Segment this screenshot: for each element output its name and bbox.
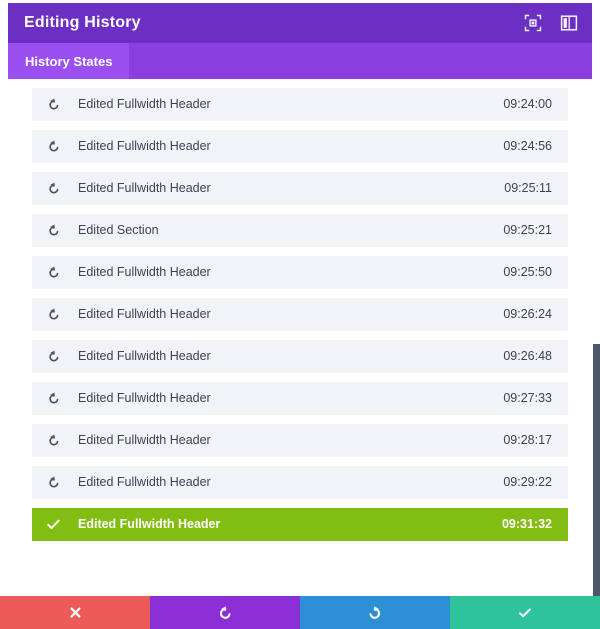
undo-icon: [46, 475, 61, 490]
history-row-label: Edited Fullwidth Header: [78, 391, 211, 406]
history-row-label: Edited Fullwidth Header: [78, 433, 211, 448]
window-frame-right: [592, 0, 600, 79]
discard-button[interactable]: [0, 596, 150, 629]
undo-icon: [46, 97, 61, 112]
history-list-panel: Edited Fullwidth Header 09:24:00 Edited Fu…: [8, 79, 592, 592]
action-toolbar: [0, 596, 600, 629]
history-row-time: 09:26:48: [503, 349, 552, 364]
history-row-time: 09:25:11: [504, 181, 552, 196]
tab-history-states[interactable]: History States: [8, 43, 130, 79]
editing-history-window: Editing History History States Edited Fu…: [0, 0, 600, 629]
history-row-label: Edited Fullwidth Header: [78, 97, 211, 112]
history-row-time: 09:24:56: [503, 139, 552, 154]
history-row[interactable]: Edited Fullwidth Header 09:24:56: [32, 130, 568, 163]
history-row[interactable]: Edited Fullwidth Header 09:27:33: [32, 382, 568, 415]
history-row-label: Edited Fullwidth Header: [78, 475, 211, 490]
history-row[interactable]: Edited Fullwidth Header 09:25:11: [32, 172, 568, 205]
undo-icon: [46, 139, 61, 154]
history-row-time: 09:29:22: [503, 475, 552, 490]
history-row-time: 09:27:33: [503, 391, 552, 406]
history-row-time: 09:25:21: [503, 223, 552, 238]
history-row[interactable]: Edited Fullwidth Header 09:26:24: [32, 298, 568, 331]
history-row[interactable]: Edited Section 09:25:21: [32, 214, 568, 247]
undo-button[interactable]: [150, 596, 300, 629]
undo-icon: [46, 349, 61, 364]
undo-icon: [46, 223, 61, 238]
history-row-time: 09:31:32: [501, 517, 552, 532]
history-row[interactable]: Edited Fullwidth Header 09:28:17: [32, 424, 568, 457]
tab-label: History States: [25, 53, 113, 69]
scrollbar-track[interactable]: [591, 79, 600, 629]
history-row-label: Edited Fullwidth Header: [78, 307, 211, 322]
history-row-label: Edited Section: [78, 223, 159, 238]
undo-icon: [46, 181, 61, 196]
history-list: Edited Fullwidth Header 09:24:00 Edited Fu…: [8, 79, 592, 541]
undo-icon: [46, 307, 61, 322]
window-titlebar: Editing History: [8, 3, 592, 43]
history-row[interactable]: Edited Fullwidth Header 09:29:22: [32, 466, 568, 499]
history-row-label: Edited Fullwidth Header: [78, 181, 211, 196]
history-row-time: 09:26:24: [503, 307, 552, 322]
tab-strip: History States: [8, 43, 592, 79]
history-row-label: Edited Fullwidth Header: [78, 265, 211, 280]
undo-icon: [46, 265, 61, 280]
redo-button[interactable]: [300, 596, 450, 629]
titlebar-actions: [524, 14, 578, 32]
fullscreen-icon[interactable]: [524, 14, 542, 32]
redo-icon: [369, 605, 381, 619]
undo-icon: [219, 605, 231, 619]
history-row-time: 09:28:17: [503, 433, 552, 448]
layout-panel-icon[interactable]: [560, 14, 578, 32]
history-row[interactable]: Edited Fullwidth Header 09:25:50: [32, 256, 568, 289]
check-icon: [46, 517, 61, 532]
close-x-icon: [69, 607, 81, 618]
history-row[interactable]: Edited Fullwidth Header 09:24:00: [32, 88, 568, 121]
history-row-active[interactable]: Edited Fullwidth Header 09:31:32: [32, 508, 568, 541]
page-title: Editing History: [24, 14, 141, 31]
history-row-time: 09:24:00: [503, 97, 552, 112]
undo-icon: [46, 433, 61, 448]
check-icon: [519, 607, 531, 617]
undo-icon: [46, 391, 61, 406]
history-row[interactable]: Edited Fullwidth Header 09:26:48: [32, 340, 568, 373]
history-row-label: Edited Fullwidth Header: [78, 139, 211, 154]
window-frame-left: [0, 0, 8, 596]
save-button[interactable]: [450, 596, 600, 629]
history-row-time: 09:25:50: [503, 265, 552, 280]
history-row-label: Edited Fullwidth Header: [78, 517, 221, 532]
history-row-label: Edited Fullwidth Header: [78, 349, 211, 364]
scrollbar-thumb[interactable]: [593, 344, 600, 629]
